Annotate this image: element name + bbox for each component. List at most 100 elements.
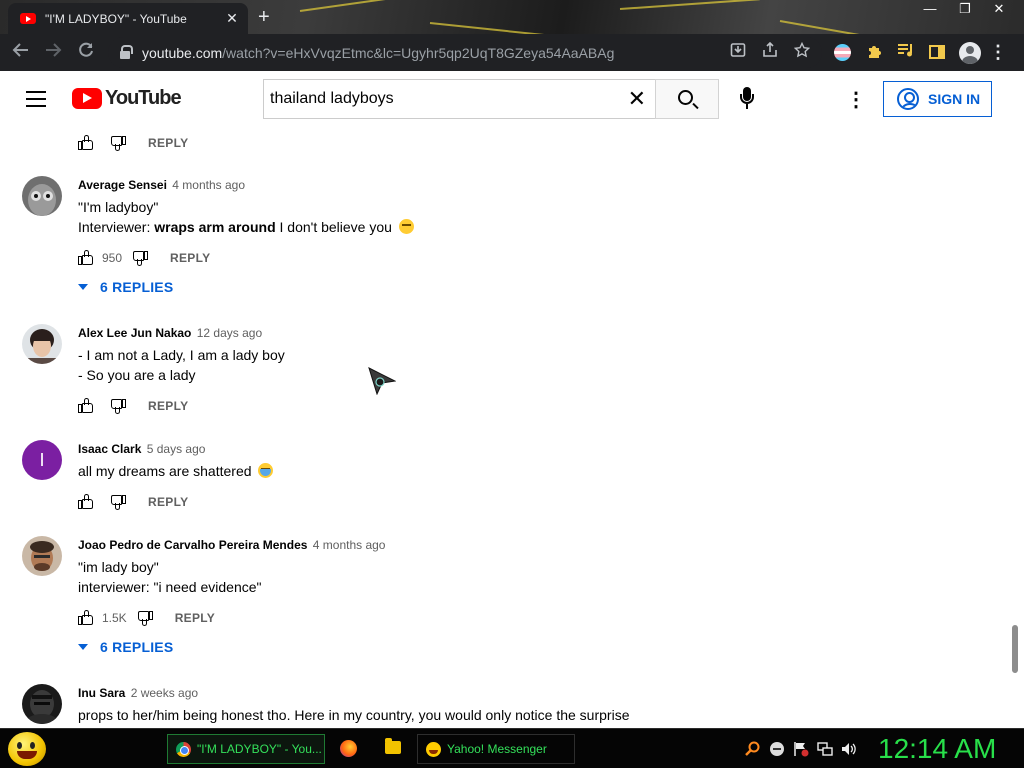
comment-header: Isaac Clark 5 days ago (78, 442, 205, 456)
comment-timestamp[interactable]: 12 days ago (197, 326, 262, 340)
comment-text: props to her/him being honest tho. Here … (78, 707, 630, 723)
comment-action-row: REPLY (78, 133, 188, 153)
browser-menu-icon[interactable]: ⋮ (989, 42, 1007, 63)
search-icon[interactable] (745, 741, 761, 757)
avatar[interactable] (22, 324, 62, 364)
comment-text: interviewer: "i need evidence" (78, 579, 262, 595)
address-bar[interactable]: youtube.com/watch?v=eHxVvqzEtmc&lc=Ugyhr… (108, 37, 822, 68)
search-button[interactable] (655, 79, 719, 119)
avatar[interactable]: I (22, 440, 62, 480)
messenger-tray-icon[interactable] (769, 741, 785, 757)
taskbar-clock[interactable]: 12:14 AM (878, 733, 996, 765)
dislike-thumb-icon[interactable] (137, 610, 153, 626)
comment-action-row: 950 REPLY (78, 248, 210, 268)
search-input[interactable] (270, 89, 610, 109)
chrome-icon (176, 741, 191, 757)
browser-tab-strip: "I'M LADYBOY" - YouTube ✕ + — ❐ ✕ (0, 0, 1024, 34)
folder-icon[interactable] (385, 738, 401, 754)
start-button-smiley-icon[interactable] (8, 732, 46, 766)
comment-text: all my dreams are shattered (78, 463, 274, 479)
comment-timestamp[interactable]: 2 weeks ago (131, 686, 198, 700)
avatar[interactable] (22, 536, 62, 576)
account-icon (897, 88, 919, 110)
crying-emoji-icon (258, 463, 274, 478)
comment-action-row: REPLY (78, 396, 188, 416)
pride-flag-extension-icon[interactable] (834, 44, 851, 61)
close-window-button[interactable]: ✕ (984, 1, 1014, 17)
profile-avatar-icon[interactable] (959, 42, 981, 64)
browser-tab[interactable]: "I'M LADYBOY" - YouTube ✕ (8, 3, 248, 34)
reply-button[interactable]: REPLY (148, 136, 188, 150)
taskbar-chrome-label: "I'M LADYBOY" - You... (197, 742, 322, 756)
forward-arrow-icon[interactable] (41, 41, 65, 65)
like-thumb-icon[interactable] (78, 250, 94, 266)
like-thumb-icon[interactable] (78, 398, 94, 414)
avatar[interactable] (22, 684, 62, 724)
like-count: 1.5K (102, 611, 127, 625)
comment-author[interactable]: Alex Lee Jun Nakao (78, 326, 191, 340)
lock-icon[interactable] (120, 45, 133, 59)
new-tab-button[interactable]: + (258, 7, 270, 27)
avatar[interactable] (22, 176, 62, 216)
like-thumb-icon[interactable] (78, 610, 94, 626)
firefox-icon[interactable] (340, 740, 357, 757)
bookmark-star-icon[interactable] (792, 41, 812, 62)
guide-menu-icon[interactable] (26, 91, 46, 107)
comment-author[interactable]: Average Sensei (78, 178, 167, 192)
reply-button[interactable]: REPLY (175, 611, 215, 625)
share-icon[interactable] (760, 41, 780, 62)
settings-menu-icon[interactable]: ⋮ (846, 87, 866, 112)
dislike-thumb-icon[interactable] (132, 250, 149, 266)
like-thumb-icon[interactable] (78, 494, 94, 510)
comment-action-row: REPLY (78, 492, 188, 512)
youtube-logo[interactable]: YouTube (72, 87, 182, 110)
comment-author[interactable]: Joao Pedro de Carvalho Pereira Mendes (78, 538, 307, 552)
replies-label: 6 REPLIES (100, 279, 174, 295)
youtube-favicon-icon (20, 13, 36, 24)
action-center-flag-icon[interactable] (793, 741, 809, 757)
reply-button[interactable]: REPLY (148, 495, 188, 509)
comment-text: - I am not a Lady, I am a lady boy (78, 347, 285, 363)
url-text: youtube.com/watch?v=eHxVvqzEtmc&lc=Ugyhr… (142, 45, 615, 61)
replies-label: 6 REPLIES (100, 639, 174, 655)
comment-author[interactable]: Isaac Clark (78, 442, 141, 456)
comment-text: "im lady boy" (78, 559, 159, 575)
comment-header: Inu Sara 2 weeks ago (78, 686, 198, 700)
side-panel-icon[interactable] (929, 45, 945, 59)
comment-author[interactable]: Inu Sara (78, 686, 125, 700)
like-count: 950 (102, 251, 123, 265)
comment-timestamp[interactable]: 5 days ago (147, 442, 206, 456)
install-app-icon[interactable] (728, 42, 748, 62)
volume-speaker-icon[interactable] (841, 741, 857, 757)
voice-search-mic-icon[interactable] (737, 87, 757, 111)
like-thumb-icon[interactable] (78, 135, 94, 151)
back-arrow-icon[interactable] (9, 41, 33, 65)
taskbar-chrome-window[interactable]: "I'M LADYBOY" - You... (167, 734, 325, 764)
comment-header: Alex Lee Jun Nakao 12 days ago (78, 326, 262, 340)
restore-window-button[interactable]: ❐ (950, 1, 980, 17)
taskbar-messenger-label: Yahoo! Messenger (447, 742, 547, 756)
network-icon[interactable] (817, 741, 833, 757)
dislike-thumb-icon[interactable] (110, 398, 126, 414)
mouse-cursor-icon (368, 367, 396, 395)
view-replies-button[interactable]: 6 REPLIES (78, 279, 173, 295)
dislike-thumb-icon[interactable] (110, 494, 126, 510)
close-tab-icon[interactable]: ✕ (224, 10, 240, 27)
page-scrollbar-thumb[interactable] (1012, 625, 1018, 673)
minimize-window-button[interactable]: — (915, 1, 945, 16)
reply-button[interactable]: REPLY (170, 251, 210, 265)
clear-search-icon[interactable]: ✕ (628, 88, 646, 110)
sign-in-button[interactable]: SIGN IN (883, 81, 992, 117)
extensions-puzzle-icon[interactable] (866, 43, 883, 65)
comment-timestamp[interactable]: 4 months ago (313, 538, 386, 552)
reload-icon[interactable] (74, 41, 98, 65)
reply-button[interactable]: REPLY (148, 399, 188, 413)
view-replies-button[interactable]: 6 REPLIES (78, 639, 173, 655)
dislike-thumb-icon[interactable] (110, 135, 126, 151)
media-controls-icon[interactable] (897, 42, 915, 63)
youtube-wordmark: YouTube (105, 87, 182, 109)
comment-header: Joao Pedro de Carvalho Pereira Mendes 4 … (78, 538, 385, 552)
comment-action-row: 1.5K REPLY (78, 608, 215, 628)
comment-timestamp[interactable]: 4 months ago (172, 178, 245, 192)
taskbar-messenger-window[interactable]: Yahoo! Messenger (417, 734, 575, 764)
